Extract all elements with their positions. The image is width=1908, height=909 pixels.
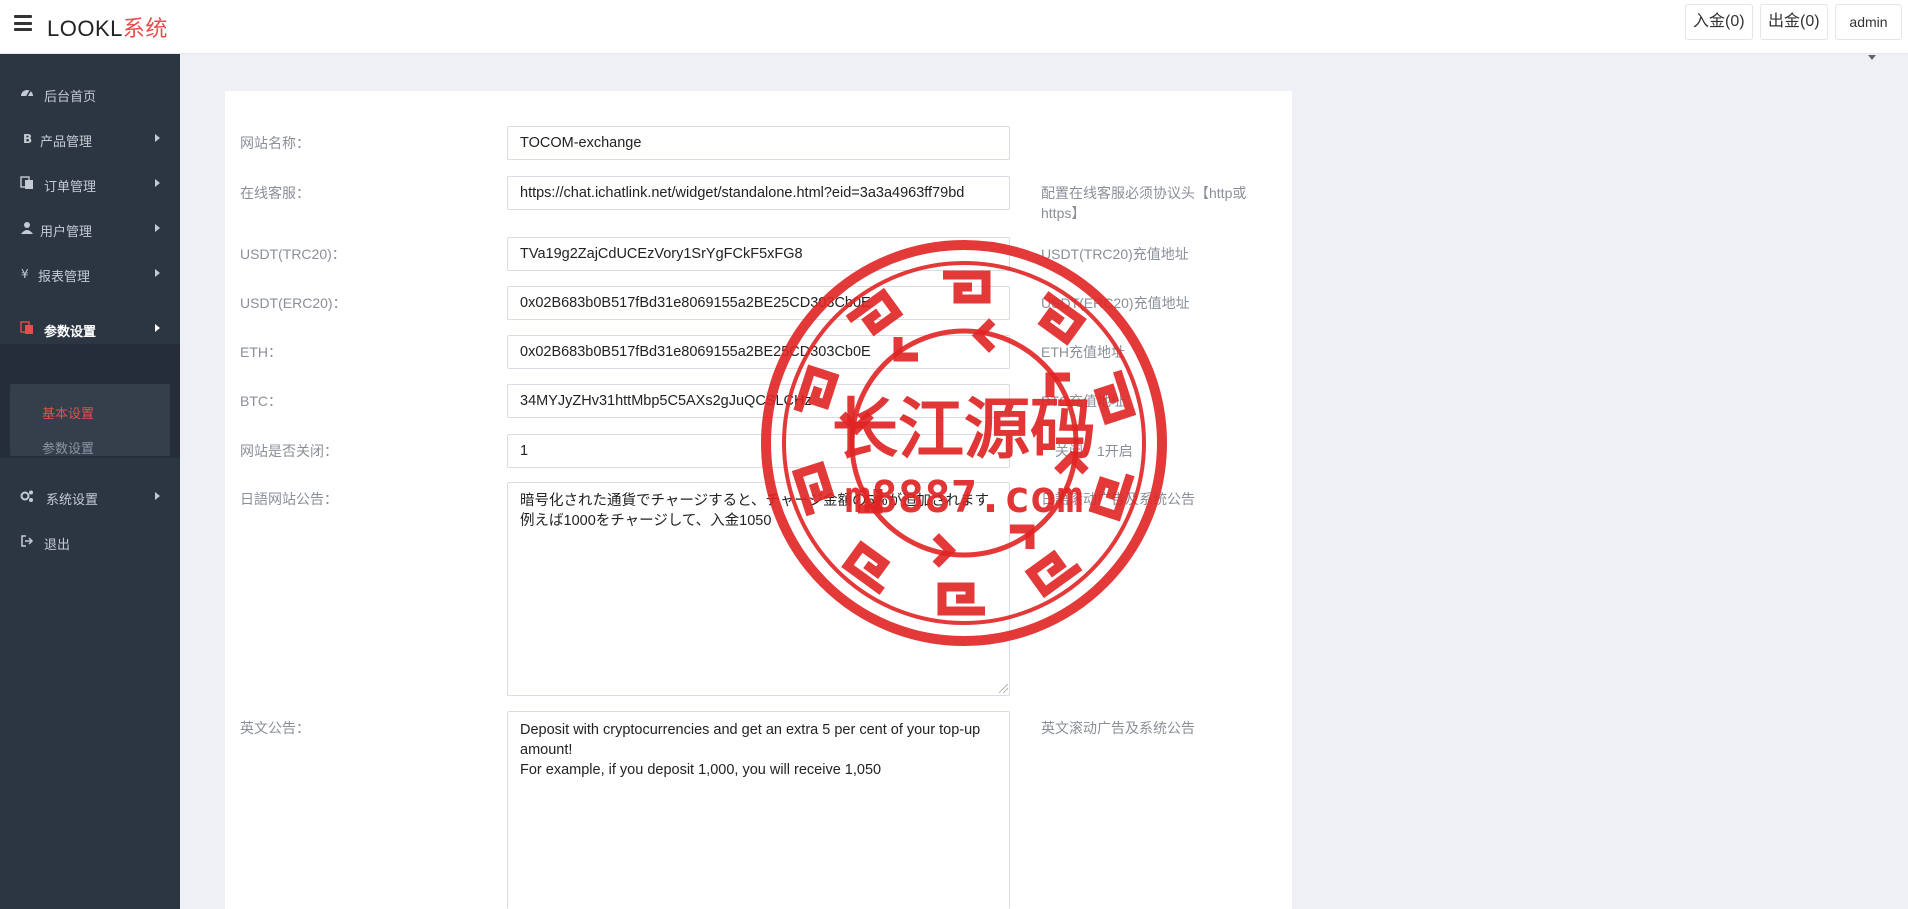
yen-icon: ¥ <box>21 267 29 280</box>
sidebar-item-label: 产品管理 <box>40 134 93 149</box>
sidebar-item-label: 后台首页 <box>44 89 97 104</box>
chevron-right-icon <box>155 134 160 142</box>
chevron-right-icon <box>155 179 160 187</box>
en-notice-textarea[interactable]: Deposit with cryptocurrencies and get an… <box>507 711 1010 909</box>
jp-notice-hint: 日語滚动广告及系统公告 <box>1041 491 1195 507</box>
jp-notice-textarea[interactable]: 暗号化された通貨でチャージすると、チャージ金額の5%が追加されます例えば1000… <box>507 482 1010 696</box>
online-service-input[interactable]: https://chat.ichatlink.net/widget/standa… <box>507 176 1010 210</box>
sidebar: 后台首页 B 产品管理 订单管理 用户管理 ¥ 报表管理 参数设置 基本设置 参… <box>0 54 180 909</box>
sidebar-item-products[interactable]: B 产品管理 <box>0 119 180 159</box>
usdt-trc20-hint: USDT(TRC20)充值地址 <box>1041 246 1189 262</box>
eth-input[interactable]: 0x02B683b0B517fBd31e8069155a2BE25CD303Cb… <box>507 335 1010 369</box>
sidebar-item-parameters[interactable]: 参数设置 <box>0 309 180 349</box>
btc-input[interactable]: 34MYJyZHv31httMbp5C5AXs2gJuQCSLCHz <box>507 384 1010 418</box>
site-closed-hint: 关闭，1开启 <box>1055 443 1133 459</box>
user-icon <box>21 222 33 234</box>
en-notice-hint: 英文滚动广告及系统公告 <box>1041 720 1195 736</box>
eth-hint: ETH充值地址 <box>1041 344 1125 360</box>
site-closed-label: 网站是否关闭： <box>240 443 338 459</box>
brand-prefix: LOOKL <box>47 16 123 41</box>
svg-text:¥: ¥ <box>21 267 29 280</box>
site-name-label: 网站名称： <box>240 135 310 151</box>
files-icon <box>20 321 33 334</box>
sidebar-item-label: 退出 <box>44 537 71 552</box>
deposit-button[interactable]: 入金(0) <box>1685 4 1753 40</box>
usdt-erc20-input[interactable]: 0x02B683b0B517fBd31e8069155a2BE25CD303Cb… <box>507 286 1010 320</box>
sidebar-item-reports[interactable]: ¥ 报表管理 <box>0 254 180 294</box>
btc-label: BTC： <box>240 393 282 409</box>
user-menu-button[interactable]: admin <box>1835 4 1902 60</box>
sidebar-item-logout[interactable]: 退出 <box>0 522 180 562</box>
chevron-right-icon <box>155 324 160 332</box>
online-service-label: 在线客服： <box>240 185 310 201</box>
jp-notice-label: 日語网站公告： <box>240 491 338 507</box>
usdt-erc20-hint: USDT(ERC20)充值地址 <box>1041 295 1190 311</box>
online-service-hint: 配置在线客服必须协议头【http或https】 <box>1041 185 1247 221</box>
user-name: admin <box>1849 14 1888 30</box>
sidebar-item-label: 用户管理 <box>40 224 93 239</box>
brand-logo: LOOKL系统 <box>47 11 168 43</box>
dashboard-icon <box>21 90 33 97</box>
eth-label: ETH： <box>240 344 282 360</box>
sign-out-icon <box>21 535 34 547</box>
sidebar-item-label: 参数设置 <box>44 324 97 339</box>
menu-toggle-icon[interactable] <box>14 15 32 31</box>
svg-text:B: B <box>23 132 32 145</box>
usdt-trc20-input[interactable]: TVa19g2ZajCdUCEzVory1SrYgFCkF5xFG8 <box>507 237 1010 271</box>
sidebar-item-label: 系统设置 <box>46 492 99 507</box>
chevron-right-icon <box>155 224 160 232</box>
site-closed-input[interactable]: 1 <box>507 434 1010 468</box>
chevron-right-icon <box>155 269 160 277</box>
sidebar-item-label: 报表管理 <box>38 269 91 284</box>
resize-handle-icon[interactable] <box>999 684 1008 693</box>
btc-hint: BTC充值地址 <box>1041 393 1125 409</box>
usdt-trc20-label: USDT(TRC20)： <box>240 246 346 262</box>
sidebar-item-dashboard[interactable]: 后台首页 <box>0 74 180 114</box>
sidebar-item-orders[interactable]: 订单管理 <box>0 164 180 204</box>
chevron-down-icon <box>1867 54 1876 60</box>
bitcoin-icon: B <box>23 132 32 145</box>
site-name-input[interactable]: TOCOM-exchange <box>507 126 1010 160</box>
sidebar-item-system-settings[interactable]: 系统设置 <box>0 477 180 517</box>
chevron-right-icon <box>155 492 160 500</box>
top-header: LOOKL系统 入金(0) 出金(0) admin <box>0 0 1908 60</box>
sidebar-subitem-basic-settings[interactable]: 基本设置 <box>42 403 94 422</box>
settings-form-panel: 网站名称： TOCOM-exchange 在线客服： https://chat.… <box>225 91 1292 909</box>
copy-icon <box>20 176 33 189</box>
sidebar-item-users[interactable]: 用户管理 <box>0 209 180 249</box>
sidebar-subitem-parameter-settings[interactable]: 参数设置 <box>42 438 94 457</box>
sidebar-item-label: 订单管理 <box>44 179 97 194</box>
usdt-erc20-label: USDT(ERC20)： <box>240 295 347 311</box>
brand-suffix: 系统 <box>122 16 168 41</box>
withdraw-button[interactable]: 出金(0) <box>1760 4 1828 40</box>
en-notice-label: 英文公告： <box>240 720 310 736</box>
cogs-icon <box>20 490 33 502</box>
